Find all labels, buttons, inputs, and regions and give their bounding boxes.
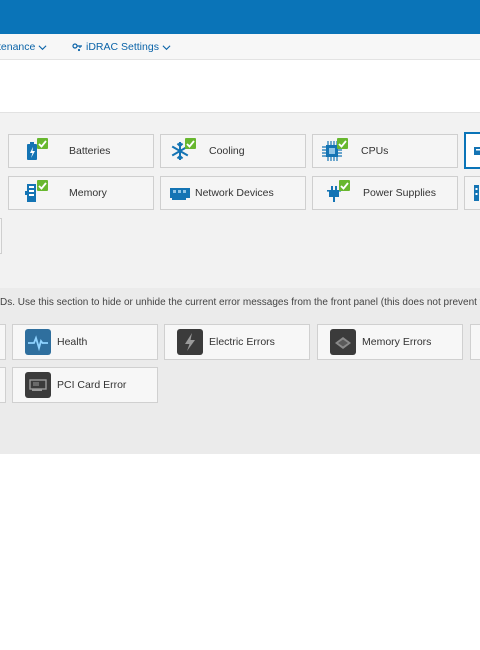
nav-maintenance-menu[interactable]: tenance	[0, 41, 47, 53]
error-tile-electric[interactable]: Electric Errors	[164, 324, 310, 360]
error-tile-partial-right[interactable]	[470, 324, 480, 360]
nav-maintenance-label: tenance	[0, 41, 36, 53]
chevron-down-icon	[38, 44, 47, 50]
component-tile-cpus[interactable]: CPUs	[312, 134, 458, 168]
power-plug-icon	[323, 180, 350, 204]
pci-card-icon	[25, 372, 51, 398]
component-label: Memory	[69, 187, 107, 199]
chevron-down-icon	[162, 44, 171, 50]
front-panel-errors-section: Ds. Use this section to hide or unhide t…	[0, 288, 480, 454]
section-description: Ds. Use this section to hide or unhide t…	[0, 297, 480, 308]
error-label: Electric Errors	[209, 336, 275, 348]
error-tile-offscreen-left[interactable]	[0, 367, 6, 403]
settings-keys-icon	[72, 42, 82, 51]
component-tile-batteries[interactable]: Batteries	[8, 134, 154, 168]
error-tile-offscreen-left[interactable]	[0, 324, 6, 360]
component-tile-network-devices[interactable]: Network Devices	[160, 176, 306, 210]
component-label: CPUs	[361, 145, 389, 157]
status-ok-icon	[337, 138, 348, 149]
storage-icon	[474, 146, 480, 155]
cpu-icon	[321, 138, 348, 162]
battery-icon	[21, 138, 48, 162]
status-ok-icon	[339, 180, 350, 191]
error-label: Memory Errors	[362, 336, 432, 348]
nav-idrac-settings-menu[interactable]: iDRAC Settings	[72, 41, 171, 53]
memory-chip-icon	[330, 329, 356, 355]
snowflake-icon	[169, 138, 196, 162]
status-ok-icon	[37, 180, 48, 191]
system-components-panel: Batteries Cooling CPUs Memory Network De…	[0, 60, 480, 454]
component-icon	[474, 185, 479, 201]
memory-icon	[21, 180, 48, 204]
nav-idrac-settings-label: iDRAC Settings	[86, 41, 159, 53]
component-tile-power-supplies[interactable]: Power Supplies	[312, 176, 458, 210]
panel-header-band	[0, 60, 480, 113]
component-tile-selected-partial[interactable]	[464, 132, 480, 169]
component-label: Power Supplies	[363, 187, 436, 199]
error-tile-pci-card[interactable]: PCI Card Error	[12, 367, 158, 403]
error-tile-memory[interactable]: Memory Errors	[317, 324, 463, 360]
component-tile-partial-right[interactable]	[464, 176, 480, 210]
error-label: Health	[57, 336, 88, 348]
error-tile-health[interactable]: Health	[12, 324, 158, 360]
top-banner	[0, 0, 480, 34]
component-label: Batteries	[69, 145, 111, 157]
component-tile-cooling[interactable]: Cooling	[160, 134, 306, 168]
error-label: PCI Card Error	[57, 379, 127, 391]
component-label: Network Devices	[195, 187, 274, 199]
status-ok-icon	[37, 138, 48, 149]
heartbeat-icon	[25, 329, 51, 355]
component-label: Cooling	[209, 145, 245, 157]
component-tile-memory[interactable]: Memory	[8, 176, 154, 210]
status-ok-icon	[185, 138, 196, 149]
component-tile-offscreen-left[interactable]	[0, 218, 2, 254]
lightning-icon	[177, 329, 203, 355]
main-navigation: tenance iDRAC Settings	[0, 34, 480, 60]
network-card-icon	[169, 182, 191, 204]
